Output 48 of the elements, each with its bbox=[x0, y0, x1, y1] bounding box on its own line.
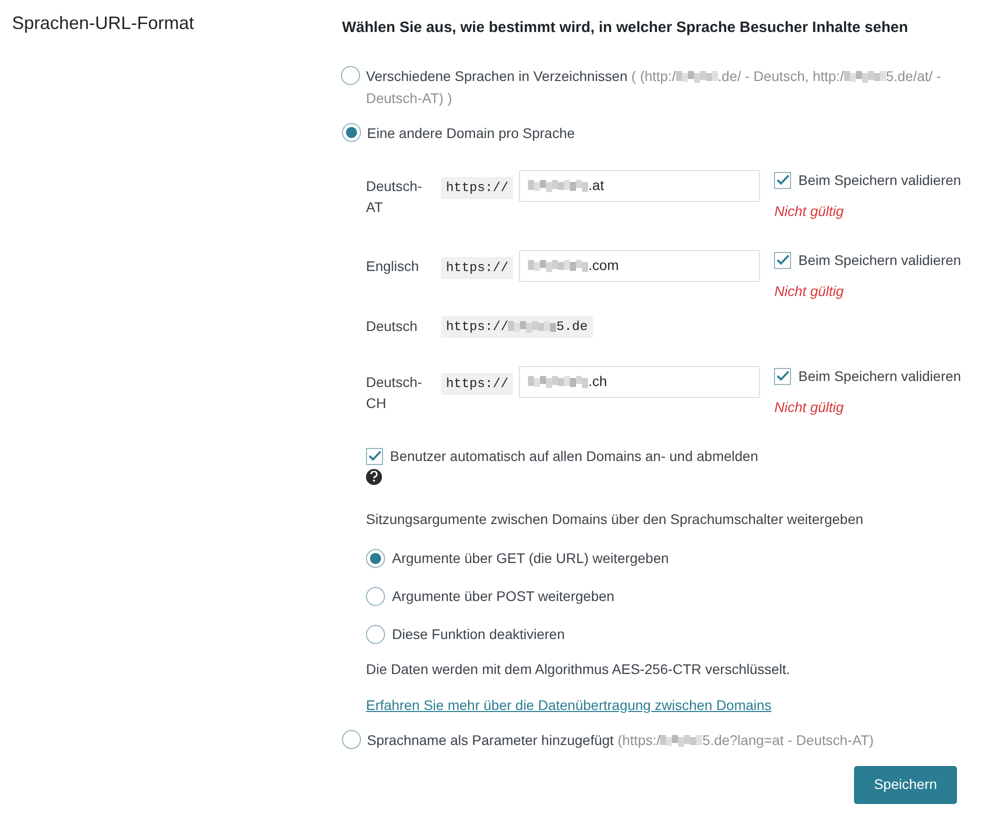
checkbox[interactable] bbox=[774, 368, 792, 384]
section-title: Sprachen-URL-Format bbox=[12, 12, 194, 35]
option-label[interactable]: Argumente über GET (die URL) weitergeben bbox=[392, 548, 669, 568]
language-label: Deutsch bbox=[366, 316, 418, 336]
checkbox[interactable] bbox=[774, 172, 792, 188]
radio-button[interactable] bbox=[366, 624, 385, 644]
url-prefix: https:// bbox=[441, 176, 514, 198]
url-prefix: https:// bbox=[441, 372, 514, 394]
pixelated-text-drawing bbox=[508, 320, 556, 332]
radio-button[interactable] bbox=[342, 730, 361, 748]
section-text: Sitzungsargumente zwischen Domains über den Sprachumschalter weitergeben bbox=[366, 510, 864, 529]
info-text: Die Daten werden mit dem Algorithmus AES-256-CTR verschlüsselt. bbox=[366, 660, 790, 679]
help-icon[interactable] bbox=[366, 468, 382, 484]
checkbox[interactable] bbox=[774, 252, 792, 268]
learn-more-link[interactable]: Erfahren Sie mehr über die Datenübertragung zwischen Domains bbox=[366, 694, 772, 716]
heading: Wählen Sie aus, wie bestimmt wird, in welcher Sprache Besucher Inhalte sehen bbox=[342, 18, 908, 38]
option-label[interactable]: Eine andere Domain pro Sprache bbox=[367, 122, 575, 144]
checkbox[interactable] bbox=[366, 448, 383, 464]
option-label[interactable]: Argumente über POST weitergeben bbox=[392, 586, 614, 606]
pixelated-text-drawing bbox=[528, 376, 588, 388]
pixelated-text-drawing bbox=[660, 734, 702, 747]
pixelated-text-drawing bbox=[676, 70, 718, 83]
url-prefix: https:// bbox=[441, 256, 514, 278]
save-button[interactable]: Speichern bbox=[854, 766, 957, 804]
input-field[interactable]: .ch bbox=[519, 366, 760, 398]
checkbox-label: Beim Speichern validieren bbox=[798, 366, 962, 386]
radio-button[interactable] bbox=[341, 66, 360, 84]
radio-button[interactable] bbox=[366, 586, 385, 606]
error-message: Nicht gültig bbox=[774, 202, 844, 221]
pixelated-text-drawing bbox=[844, 70, 886, 83]
url-text: https:// 5.de bbox=[441, 316, 593, 338]
checkbox-label: Beim Speichern validieren bbox=[798, 170, 962, 190]
pixelated-text-drawing bbox=[528, 180, 588, 192]
error-message: Nicht gültig bbox=[774, 398, 844, 417]
checkbox-label: Beim Speichern validieren bbox=[798, 250, 962, 270]
input-field[interactable]: .at bbox=[519, 170, 760, 202]
radio-button[interactable] bbox=[366, 548, 385, 568]
input-field[interactable]: .com bbox=[519, 250, 760, 282]
language-label: Englisch bbox=[366, 256, 419, 276]
language-label: Deutsch-CH bbox=[366, 372, 424, 412]
error-message: Nicht gültig bbox=[774, 282, 844, 301]
pixelated-text-drawing bbox=[528, 260, 588, 272]
checkbox-label: Benutzer automatisch auf allen Domains an- und abmelden bbox=[390, 446, 758, 466]
option-label[interactable]: Diese Funktion deaktivieren bbox=[392, 624, 565, 644]
option-label[interactable]: Sprachname als Parameter hinzugefügt (https:/ 5.de?lang=at - Deutsch-AT) bbox=[367, 728, 874, 750]
radio-button[interactable] bbox=[342, 122, 361, 142]
option-label[interactable]: Verschiedene Sprachen in Verzeichnissen ( (http:/ .de/ - Deutsch, http:/ 5.de/at/ - Deutsch-AT) ) bbox=[366, 64, 962, 108]
language-label: Deutsch-AT bbox=[366, 176, 424, 216]
